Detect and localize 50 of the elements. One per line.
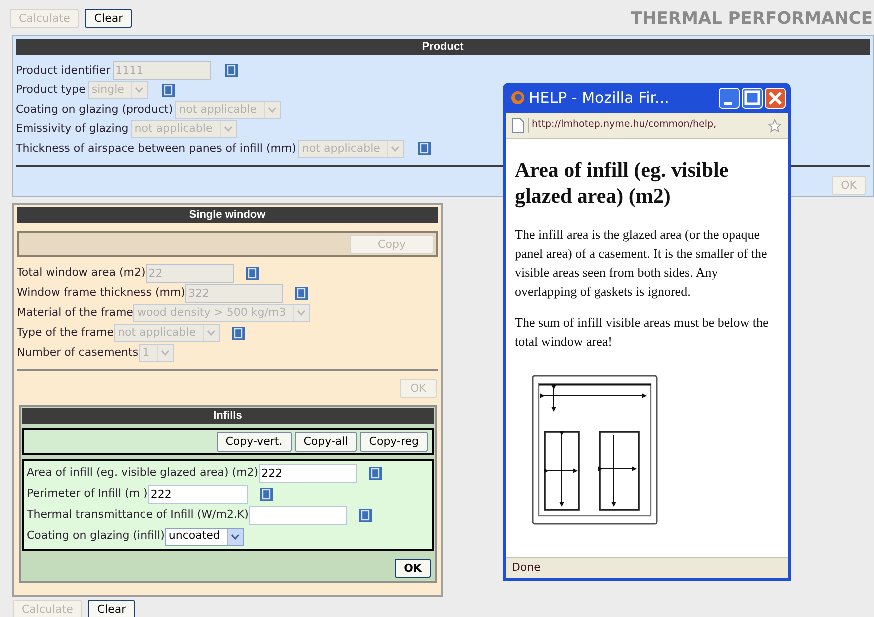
caret-icon [297, 310, 306, 316]
field-label: Perimeter of Infill (m ) [27, 486, 148, 502]
input-field[interactable]: 222 [258, 464, 357, 483]
field-label: Total window area (m2) [17, 264, 146, 281]
dropdown[interactable]: uncoated [164, 528, 244, 546]
close-button[interactable] [765, 88, 786, 108]
status-text: Done [512, 560, 541, 576]
field-label: Material of the frame [17, 304, 134, 321]
help-paragraph: The sum of infill visible areas must be below the total window area! [515, 314, 770, 351]
field-label: Type of the frame [17, 324, 114, 341]
clear-button[interactable]: Clear [88, 600, 136, 617]
caret-icon [224, 126, 233, 132]
help-icon[interactable] [368, 467, 382, 480]
copy-button[interactable]: Copy-vert. [216, 432, 292, 452]
help-icon[interactable] [358, 509, 372, 522]
globe-icon [511, 91, 525, 105]
ok-button[interactable]: OK [395, 559, 431, 578]
copy-button[interactable]: Copy-reg [360, 432, 428, 452]
star-icon[interactable] [768, 118, 782, 132]
caret-icon [268, 106, 278, 113]
field-label: Window frame thickness (mm) [17, 284, 186, 301]
panel-header: Product [16, 39, 870, 55]
page-icon [512, 118, 524, 133]
panel-header: Infills [22, 408, 434, 424]
field-label: Thickness of airspace between panes of infill (mm) [16, 140, 296, 156]
caret-icon [231, 534, 240, 540]
help-heading: Area of infill (eg. visible glazed area) (m2) [515, 157, 730, 209]
caret-icon [391, 146, 400, 152]
caret-icon [206, 330, 216, 336]
field-label: Thermal transmittance of Infill (W/m2.K) [27, 507, 249, 524]
help-paragraph: The infill area is the glazed area (or the opaque panel area) of a casement. It is the smaller of the visible areas seen from both sides. Any overlapping of gaskets is ignored. [515, 226, 768, 301]
maximize-button[interactable] [742, 88, 763, 108]
minimize-button[interactable] [719, 88, 740, 108]
caret-icon [135, 87, 144, 94]
page-title: THERMAL PERFORMANCE [630, 11, 873, 28]
caret-icon [160, 350, 170, 356]
copy-button[interactable]: Copy-all [294, 432, 358, 452]
input-field[interactable]: 222 [148, 485, 248, 504]
clear-button[interactable]: Clear [85, 9, 132, 28]
field-label: Product identifier [16, 62, 111, 78]
field-label: Number of casements [17, 344, 139, 361]
panel-header: Single window [17, 207, 438, 223]
window-title: HELP - Mozilla Fir... [529, 88, 670, 109]
help-icon[interactable] [260, 488, 273, 501]
field-label: Emissivity of glazing [16, 121, 129, 137]
input-field[interactable] [248, 506, 347, 525]
field-label: Coating on glazing (infill) [27, 528, 165, 544]
field-label: Area of infill (eg. visible glazed area) (m2) [27, 465, 259, 482]
field-label: Product type [16, 82, 86, 98]
field-label: Coating on glazing (product) [16, 102, 174, 118]
